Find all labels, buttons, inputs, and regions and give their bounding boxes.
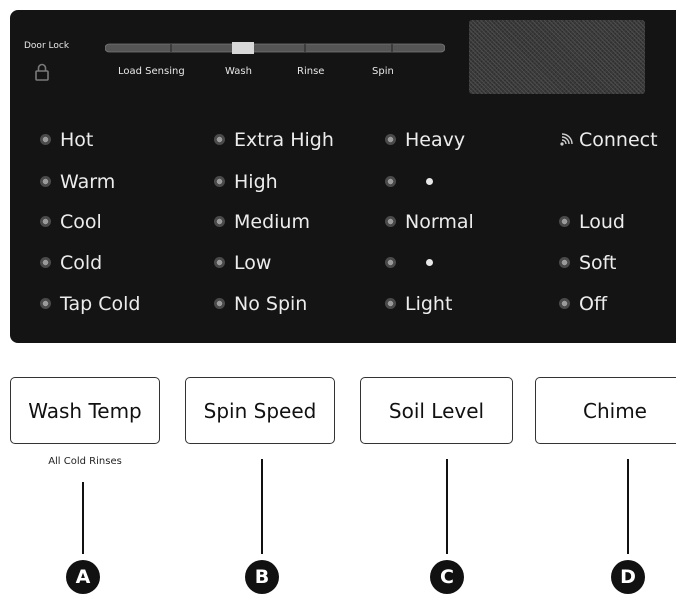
stage-wash: Wash	[225, 66, 252, 77]
all-cold-rinses-label: All Cold Rinses	[48, 456, 122, 467]
door-lock-label: Door Lock	[24, 41, 70, 51]
chime-button[interactable]: Chime	[535, 377, 676, 444]
wifi-connect-icon	[560, 133, 573, 146]
option-no-spin: No Spin	[234, 293, 308, 315]
led-loud	[559, 216, 570, 227]
soil-level-button[interactable]: Soil Level	[360, 377, 513, 444]
option-extra-high: Extra High	[234, 129, 334, 151]
option-hot: Hot	[60, 129, 94, 151]
option-normal: Normal	[405, 211, 474, 233]
callout-c: C	[430, 560, 464, 594]
stage-rinse: Rinse	[297, 66, 325, 77]
callout-a: A	[66, 560, 100, 594]
led-medium	[214, 216, 225, 227]
option-medium: Medium	[234, 211, 310, 233]
leader-line-b	[261, 459, 263, 554]
option-heavy: Heavy	[405, 129, 466, 151]
led-warm	[40, 176, 51, 187]
soil-intermediate-dot	[426, 259, 433, 266]
option-connect: Connect	[579, 129, 658, 151]
option-cool: Cool	[60, 211, 102, 233]
stage-load-sensing: Load Sensing	[118, 66, 185, 77]
leader-line-c	[446, 459, 448, 554]
spin-speed-button[interactable]: Spin Speed	[185, 377, 335, 444]
led-soft	[559, 257, 570, 268]
callout-b: B	[245, 560, 279, 594]
led-cool	[40, 216, 51, 227]
led-tap-cold	[40, 298, 51, 309]
option-loud: Loud	[579, 211, 625, 233]
option-warm: Warm	[60, 171, 116, 193]
wash-temp-button[interactable]: Wash Temp	[10, 377, 160, 444]
option-high: High	[234, 171, 278, 193]
cycle-progress-bar	[105, 42, 445, 54]
led-heavy	[385, 134, 396, 145]
led-soil-step-1	[385, 176, 396, 187]
led-off	[559, 298, 570, 309]
led-light	[385, 298, 396, 309]
leader-line-a	[82, 482, 84, 554]
lock-icon	[35, 63, 49, 81]
led-soil-step-2	[385, 257, 396, 268]
option-light: Light	[405, 293, 453, 315]
led-no-spin	[214, 298, 225, 309]
option-cold: Cold	[60, 252, 103, 274]
option-soft: Soft	[579, 252, 617, 274]
led-hot	[40, 134, 51, 145]
time-display	[469, 20, 645, 94]
led-normal	[385, 216, 396, 227]
callout-d: D	[611, 560, 645, 594]
stage-spin: Spin	[372, 66, 394, 77]
led-extra-high	[214, 134, 225, 145]
led-cold	[40, 257, 51, 268]
soil-intermediate-dot	[426, 178, 433, 185]
option-tap-cold: Tap Cold	[60, 293, 141, 315]
led-low	[214, 257, 225, 268]
option-off: Off	[579, 293, 608, 315]
led-high	[214, 176, 225, 187]
option-low: Low	[234, 252, 272, 274]
leader-line-d	[627, 459, 629, 554]
